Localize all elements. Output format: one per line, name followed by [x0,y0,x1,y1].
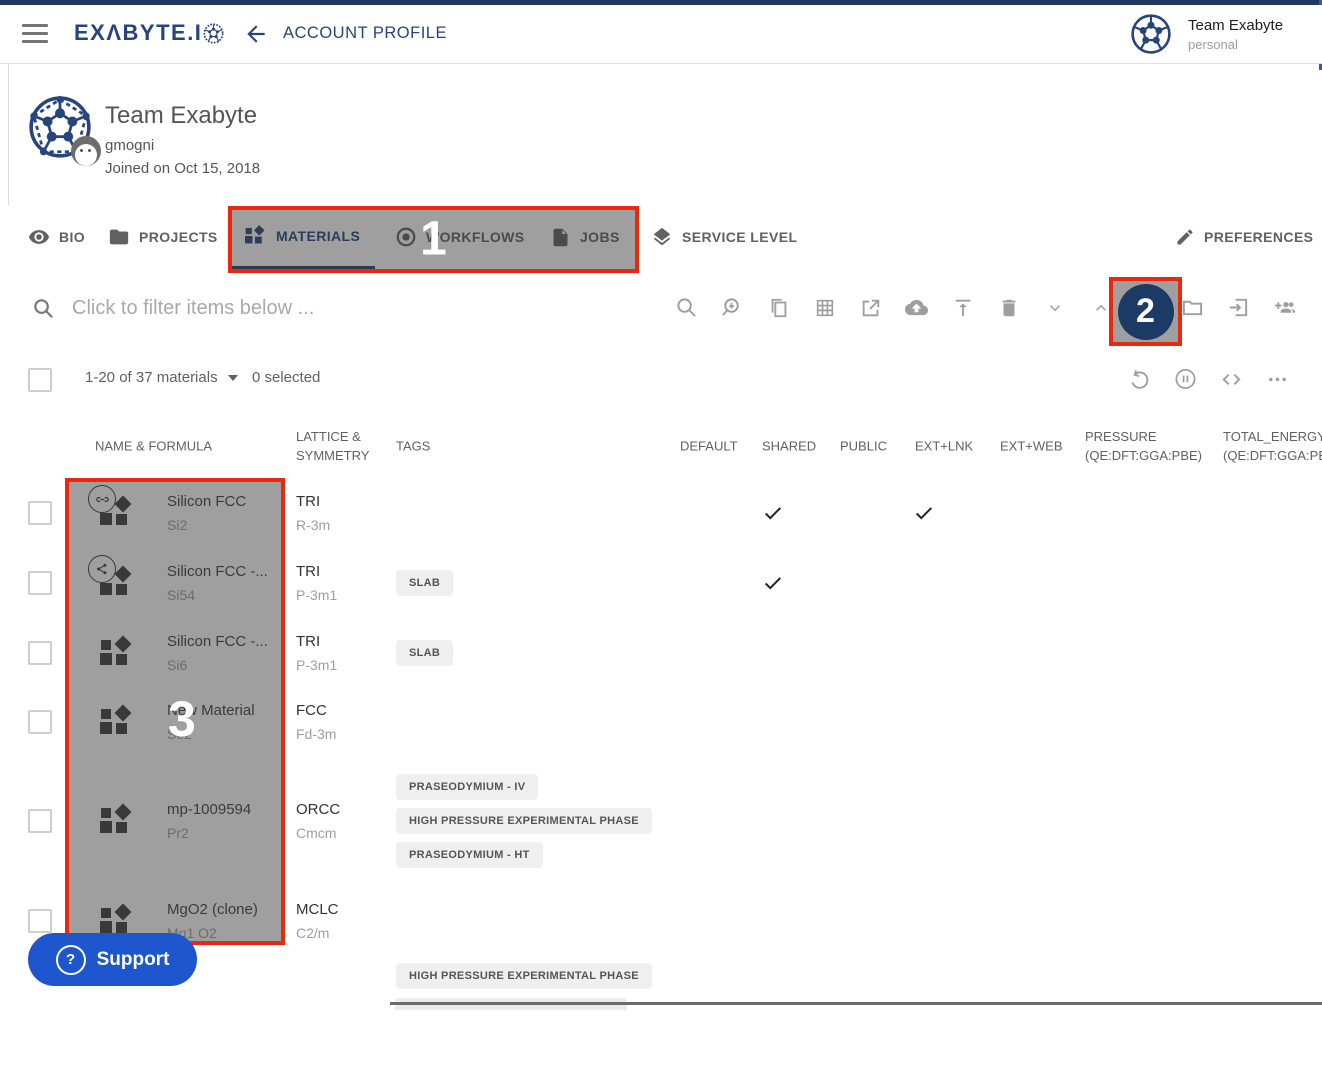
shared-check-icon [762,572,784,594]
tag-chip: PRASEODYMIUM - HT [396,842,543,868]
cloud-upload-icon[interactable] [905,296,928,319]
lattice-cell: ORCCCmcm [296,801,340,841]
lattice-cell: TRIP-3m1 [296,633,337,673]
col-pressure[interactable]: PRESSURE(QE:DFT:GGA:PBE) [1085,427,1202,465]
eye-icon [28,226,50,248]
row-checkbox[interactable] [28,641,52,665]
lattice-cell: FCCFd-3m [296,702,336,742]
pencil-icon [1175,227,1195,247]
delete-icon[interactable] [997,296,1020,319]
annotation-label-3: 3 [168,690,196,748]
table-row[interactable]: HIGH PRESSURE EXPERIMENTAL PHASE [0,956,1322,1076]
row-checkbox[interactable] [28,710,52,734]
folder-icon[interactable] [1181,296,1204,319]
row-checkbox[interactable] [28,809,52,833]
tag-chip: SLAB [396,640,453,666]
refresh-icon[interactable] [1128,368,1151,391]
select-all-checkbox[interactable] [28,368,52,392]
code-icon[interactable] [1220,368,1243,391]
col-shared[interactable]: SHARED [762,436,816,455]
tag-chip: HIGH PRESSURE EXPERIMENTAL PHASE [396,808,652,834]
annotation-box-2: 2 [1109,277,1182,346]
table-header: NAME & FORMULA LATTICE &SYMMETRY TAGS DE… [0,413,1322,479]
hamburger-menu-icon[interactable] [22,24,48,44]
search-icon[interactable] [675,296,698,319]
pause-circle-icon[interactable] [1174,368,1197,391]
tags-cell: PRASEODYMIUM - IV HIGH PRESSURE EXPERIME… [396,774,652,868]
row-checkbox[interactable] [28,501,52,525]
col-tags[interactable]: TAGS [396,436,430,455]
col-name-formula[interactable]: NAME & FORMULA [95,436,212,455]
col-lattice-symmetry[interactable]: LATTICE &SYMMETRY [296,427,369,465]
col-ext-lnk[interactable]: EXT+LNK [915,436,973,455]
profile-username: gmogni [105,137,154,154]
chevron-down-icon[interactable] [1043,296,1066,319]
tab-preferences[interactable]: PREFERENCES [1175,205,1313,269]
exit-to-app-icon[interactable] [1227,296,1250,319]
open-in-new-icon[interactable] [859,296,882,319]
page-title: ACCOUNT PROFILE [283,24,447,43]
filter-input[interactable] [70,288,634,328]
pagination-range-dropdown[interactable]: 1-20 of 37 materials [85,369,238,386]
exabyte-logo[interactable]: EXΛBYTE.I [74,20,224,46]
selected-count: 0 selected [252,369,320,386]
dropdown-caret-icon [228,375,238,381]
tag-chip: SLAB [396,570,453,596]
annotation-label-1: 1 [420,211,447,266]
back-arrow-icon[interactable] [243,21,269,52]
tag-chip: HIGH PRESSURE EXPERIMENTAL PHASE [396,963,652,989]
profile-name: Team Exabyte [105,102,257,130]
col-default[interactable]: DEFAULT [680,436,738,455]
logo-text: EXΛBYTE.I [74,20,202,46]
list-controls: 1-20 of 37 materials 0 selected [0,345,1322,414]
tab-service-level[interactable]: SERVICE LEVEL [651,205,797,269]
upload-icon[interactable] [951,296,974,319]
tab-projects[interactable]: PROJECTS [108,205,218,269]
topbar-account-name: Team Exabyte [1188,17,1283,34]
question-mark-icon: ? [56,945,86,975]
row-checkbox[interactable] [28,909,52,933]
lattice-cell: TRIP-3m1 [296,563,337,603]
ext-lnk-check-icon [913,502,935,524]
more-icon[interactable] [1266,368,1289,391]
group-add-icon[interactable] [1273,296,1296,319]
search-icon [32,297,55,320]
support-label: Support [97,949,170,971]
copy-icon[interactable] [767,296,790,319]
tab-bio[interactable]: BIO [28,205,85,269]
profile-tabs: BIO PROJECTS MATERIALS WORKFLOWS JOBS SE… [0,205,1322,271]
col-public[interactable]: PUBLIC [840,436,887,455]
advanced-search-icon[interactable] [721,296,744,319]
profile-joined-date: Joined on Oct 15, 2018 [105,160,260,177]
logo-ball-icon [203,23,224,44]
user-face-badge-icon [71,136,101,166]
topbar-account-type: personal [1188,37,1283,52]
grid-icon[interactable] [813,296,836,319]
col-total-energy[interactable]: TOTAL_ENERGY(QE:DFT:GGA:PBE) [1223,427,1322,465]
team-avatar-icon [1130,13,1172,55]
folder-icon [108,226,130,248]
tag-chip: PRASEODYMIUM - IV [396,774,538,800]
account-switcher[interactable]: Team Exabyte personal [1130,13,1283,55]
materials-toolbar [675,270,1296,345]
row-checkbox[interactable] [28,571,52,595]
annotation-box-1: 1 [228,206,639,273]
lattice-cell: MCLCC2/m [296,901,339,941]
annotation-label-2: 2 [1118,284,1174,340]
layers-icon [651,226,673,248]
support-button[interactable]: ? Support [28,933,197,986]
list-action-icons [1128,345,1289,413]
shared-check-icon [762,502,784,524]
annotation-box-3: 3 [65,478,285,945]
lattice-cell: TRIR-3m [296,493,330,533]
col-ext-web[interactable]: EXT+WEB [1000,436,1063,455]
profile-avatar [27,94,93,160]
top-app-bar: EXΛBYTE.I ACCOUNT PROFILE Team Exabyte p… [0,5,1322,64]
